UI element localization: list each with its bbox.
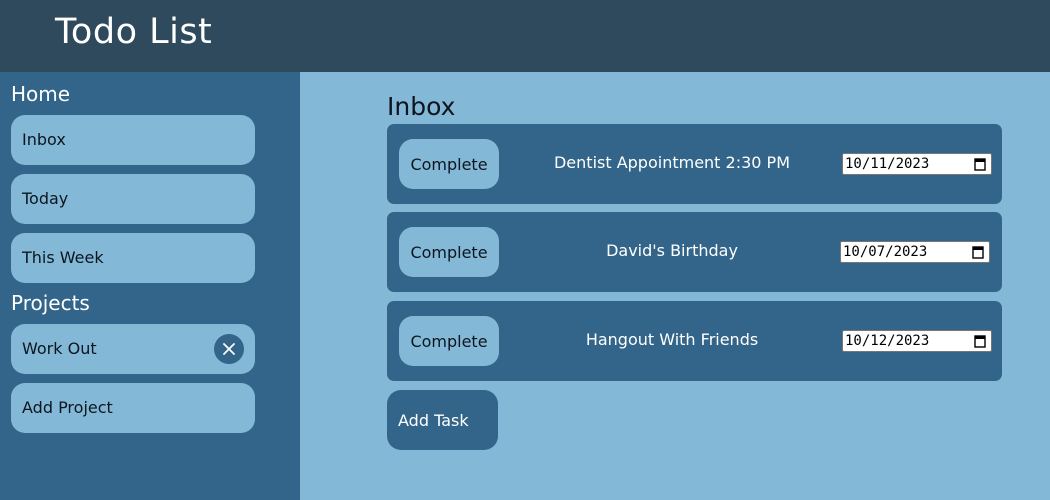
sidebar-item-label: This Week xyxy=(22,248,104,267)
calendar-icon[interactable] xyxy=(974,157,986,171)
complete-button[interactable]: Complete xyxy=(399,227,499,277)
task-item: Complete Dentist Appointment 2:30 PM 10/… xyxy=(387,124,1002,204)
sidebar-item-label: Inbox xyxy=(22,130,66,149)
due-date-value: 10/11/2023 xyxy=(845,156,930,172)
page-title: Inbox xyxy=(387,92,456,121)
sidebar-item-label: Today xyxy=(22,189,69,208)
add-project-button[interactable]: Add Project xyxy=(11,383,255,433)
due-date-input[interactable]: 10/12/2023 xyxy=(842,330,992,352)
task-name: Hangout With Friends xyxy=(585,330,759,349)
sidebar-item-today[interactable]: Today xyxy=(11,174,255,224)
sidebar-item-work-out[interactable]: Work Out xyxy=(11,324,255,374)
complete-button[interactable]: Complete xyxy=(399,316,499,366)
sidebar-item-this-week[interactable]: This Week xyxy=(11,233,255,283)
add-task-label: Add Task xyxy=(398,411,469,430)
task-item: Complete David's Birthday 10/07/2023 xyxy=(387,212,1002,292)
calendar-icon[interactable] xyxy=(974,334,986,348)
due-date-input[interactable]: 10/07/2023 xyxy=(840,241,990,263)
home-heading: Home xyxy=(11,82,71,106)
add-project-label: Add Project xyxy=(22,398,113,417)
app-header: Todo List xyxy=(0,0,1050,72)
close-icon xyxy=(223,343,235,355)
complete-button[interactable]: Complete xyxy=(399,139,499,189)
task-name: Dentist Appointment 2:30 PM xyxy=(553,153,791,172)
sidebar-item-inbox[interactable]: Inbox xyxy=(11,115,255,165)
due-date-value: 10/07/2023 xyxy=(843,244,928,260)
task-item: Complete Hangout With Friends 10/12/2023 xyxy=(387,301,1002,381)
add-task-button[interactable]: Add Task xyxy=(387,390,498,450)
sidebar-item-label: Work Out xyxy=(22,339,97,358)
sidebar: Home Inbox Today This Week Projects Work… xyxy=(0,72,300,500)
task-name: David's Birthday xyxy=(606,241,738,260)
due-date-value: 10/12/2023 xyxy=(845,333,930,349)
due-date-input[interactable]: 10/11/2023 xyxy=(842,153,992,175)
calendar-icon[interactable] xyxy=(972,245,984,259)
delete-project-button[interactable] xyxy=(214,334,244,364)
projects-heading: Projects xyxy=(11,291,90,315)
app-title: Todo List xyxy=(55,12,213,52)
